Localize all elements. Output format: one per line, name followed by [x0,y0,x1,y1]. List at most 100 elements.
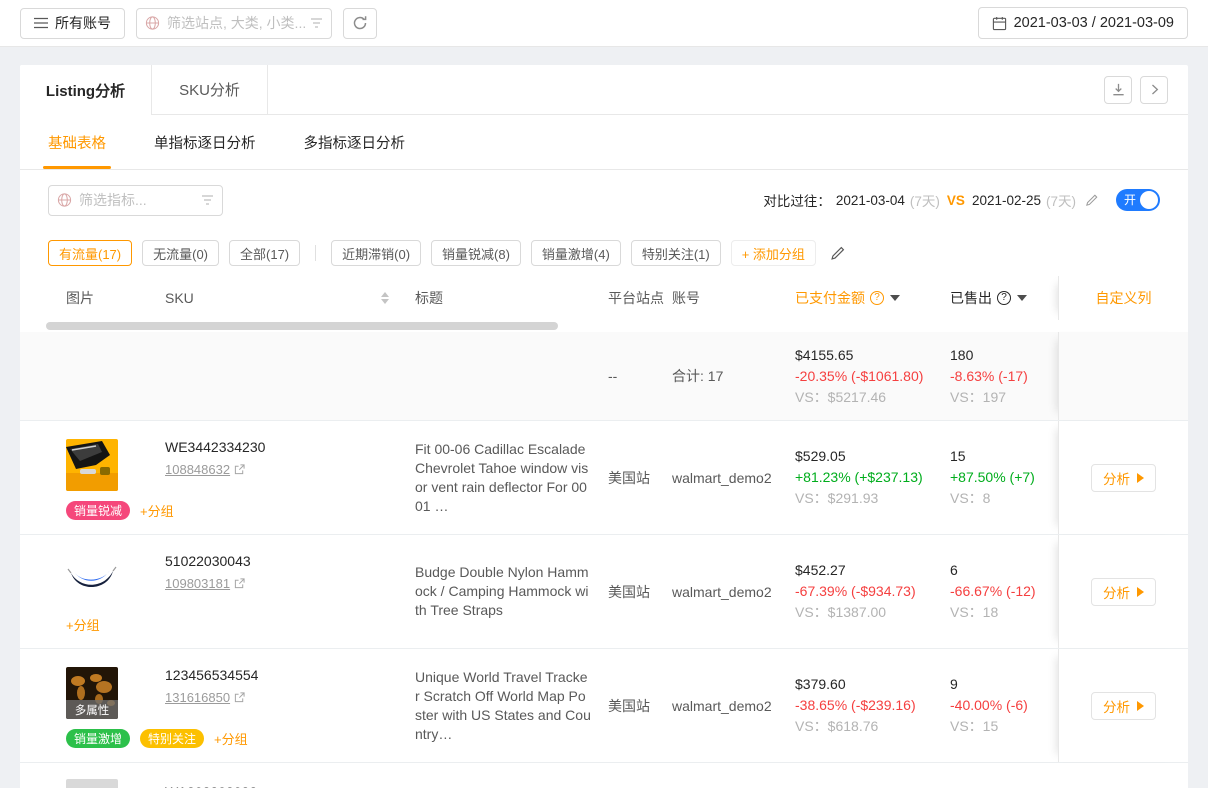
title-cell: Budge Double Nylon Hammock / Camping Ham… [415,563,608,620]
chip-all[interactable]: 全部(17) [229,240,300,266]
table-row-partial: WA898803032 [20,762,1188,788]
col-header-paid[interactable]: 已支付金额 ? [795,288,950,308]
toggle-on-label: 开 [1124,194,1136,206]
product-title: Unique World Travel Tracker Scratch Off … [415,668,608,744]
sku-cell: 123456534554 131616850 [165,649,415,705]
col-header-platform: 平台站点 [608,288,672,308]
tab-listing-analysis[interactable]: Listing分析 [20,65,152,115]
sold-value: 6 [950,560,1058,581]
chip-no-traffic[interactable]: 无流量(0) [142,240,219,266]
summary-sold-change: -8.63% (-17) [950,366,1058,387]
site-filter-input[interactable] [136,8,332,39]
metric-filter-input[interactable] [48,185,223,216]
summary-custom-cell [1058,332,1188,420]
external-link-icon[interactable] [234,464,245,475]
sold-vs: VS：18 [950,602,1058,623]
scrollbar-thumb[interactable] [46,322,558,330]
calendar-icon [992,16,1007,31]
sold-vs: VS：15 [950,716,1058,737]
compare-vs-label: VS [947,193,965,208]
caret-down-icon[interactable] [890,295,900,301]
badge-sales-drop: 销量锐减 [66,501,130,520]
sort-icon[interactable] [381,292,389,304]
external-link-icon[interactable] [234,578,245,589]
sold-cell: 9 -40.00% (-6) VS：15 [950,674,1058,737]
compare-past-date: 2021-02-25 [972,193,1041,208]
product-image-cell [66,535,165,605]
sku-text: WA898803032 [165,779,415,788]
product-image-cell [66,421,165,491]
product-image-car-visor[interactable] [66,439,118,491]
horizontal-scrollbar [20,320,1188,332]
add-group-button[interactable]: + 添加分组 [731,240,816,266]
compare-toggle[interactable]: 开 [1116,189,1160,211]
action-cell: 分析 [1058,535,1188,648]
item-id-link[interactable]: 131616850 [165,690,230,705]
compare-label: 对比过往： [763,190,831,210]
all-accounts-label: 所有账号 [55,13,111,33]
paid-change: -38.65% (-$239.16) [795,695,950,716]
sku-cell: WE3442334230 108848632 [165,421,415,477]
sku-cell: 51022030043 109803181 [165,535,415,591]
chip-has-traffic[interactable]: 有流量(17) [48,240,132,266]
chip-sales-drop[interactable]: 销量锐减(8) [431,240,521,266]
summary-paid-change: -20.35% (-$1061.80) [795,366,950,387]
edit-groups-icon[interactable] [830,245,846,261]
account-cell: walmart_demo2 [672,470,795,486]
product-image-cell [66,779,165,788]
subtab-multi-metric[interactable]: 多指标逐日分析 [304,115,406,169]
chip-special-watch[interactable]: 特别关注(1) [631,240,721,266]
badge-sales-surge: 销量激增 [66,729,130,748]
tab-toolbar [268,65,1188,115]
subtab-single-metric[interactable]: 单指标逐日分析 [154,115,256,169]
paid-cell: $529.05 +81.23% (+$237.13) VS：$291.93 [795,446,950,509]
caret-down-icon[interactable] [1017,295,1027,301]
row-tags: 销量激增 特别关注 +分组 [66,729,248,748]
refresh-icon [352,15,368,31]
summary-sold-vs: VS：197 [950,387,1058,408]
download-button[interactable] [1104,76,1132,104]
summary-paid-vs: VS：$5217.46 [795,387,950,408]
analyze-button[interactable]: 分析 [1091,464,1156,492]
filter-funnel-icon [310,18,323,29]
analyze-button[interactable]: 分析 [1091,578,1156,606]
product-image-world-map[interactable]: 多属性 [66,667,118,719]
expand-button[interactable] [1140,76,1168,104]
refresh-button[interactable] [343,8,377,39]
col-header-sold[interactable]: 已售出 ? [950,288,1058,308]
paid-vs: VS：$618.76 [795,716,950,737]
add-to-group-link[interactable]: +分组 [66,615,100,634]
edit-compare-icon[interactable] [1085,193,1099,207]
platform-cell: 美国站 [608,696,672,716]
product-image-hammock[interactable] [66,553,118,605]
all-accounts-button[interactable]: 所有账号 [20,8,125,39]
menu-icon [34,17,48,29]
date-range-button[interactable]: 2021-03-03 / 2021-03-09 [978,7,1188,39]
analyze-button[interactable]: 分析 [1091,692,1156,720]
sold-change: +87.50% (+7) [950,467,1058,488]
add-to-group-link[interactable]: +分组 [140,501,174,520]
chip-sales-surge[interactable]: 销量激增(4) [531,240,621,266]
question-circle-icon[interactable]: ? [997,291,1011,305]
item-id-link[interactable]: 108848632 [165,462,230,477]
paid-cell: $452.27 -67.39% (-$934.73) VS：$1387.00 [795,560,950,623]
subtab-basic-table[interactable]: 基础表格 [48,115,106,169]
chevron-right-icon [1148,83,1161,96]
row-tags: 销量锐减 +分组 [66,501,174,520]
chip-slow-moving[interactable]: 近期滞销(0) [331,240,421,266]
summary-platform: -- [608,368,672,384]
product-image[interactable] [66,779,118,788]
summary-total: 合计: 17 [672,366,795,386]
question-circle-icon[interactable]: ? [870,291,884,305]
table-header-row: 图片 SKU 标题 平台站点 账号 已支付金额 ? 已售出 ? 自定义列 [20,276,1188,320]
col-header-sku[interactable]: SKU [165,290,415,306]
col-header-custom[interactable]: 自定义列 [1058,276,1188,320]
sku-text: 123456534554 [165,667,415,683]
external-link-icon[interactable] [234,692,245,703]
analyze-label: 分析 [1103,468,1130,488]
subtab-strip: 基础表格 单指标逐日分析 多指标逐日分析 [20,115,1188,170]
tab-sku-analysis[interactable]: SKU分析 [152,65,268,115]
item-id-link[interactable]: 109803181 [165,576,230,591]
add-to-group-link[interactable]: +分组 [214,729,248,748]
paid-value: $379.60 [795,674,950,695]
